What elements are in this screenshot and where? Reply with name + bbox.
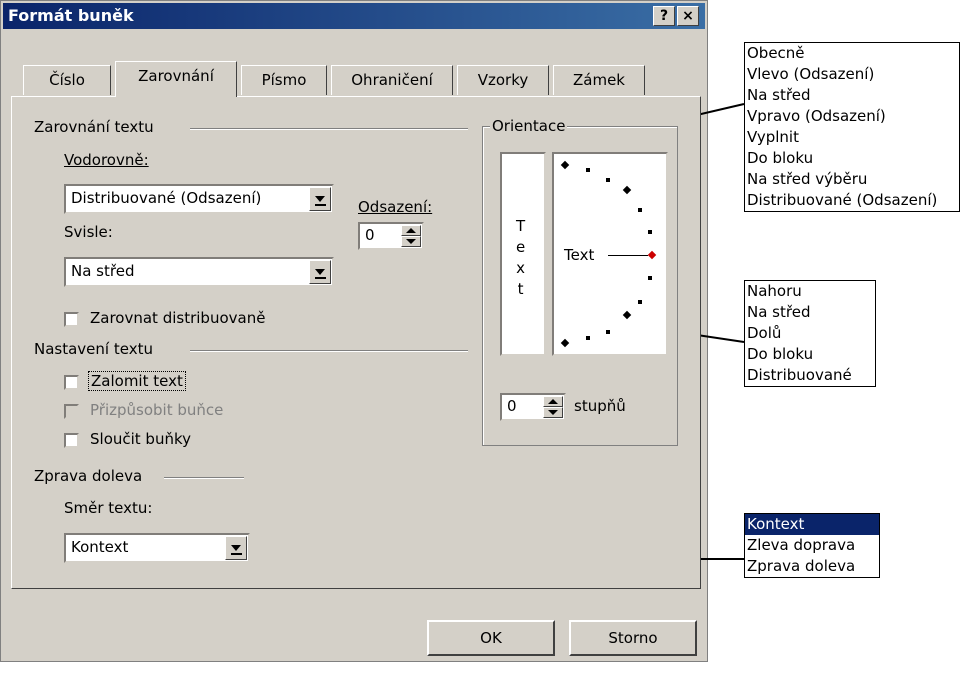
indent-label: Odsazení:: [358, 198, 433, 216]
text-direction-select[interactable]: Kontext: [64, 533, 250, 563]
group-divider: [164, 477, 244, 479]
vertical-text-char: e: [516, 238, 526, 256]
merge-cells-checkbox[interactable]: [64, 433, 79, 448]
dial-marker: [560, 338, 570, 348]
orientation-group-label: Orientace: [490, 117, 568, 135]
indent-stepper[interactable]: 0: [358, 222, 424, 250]
dial-marker: [638, 300, 642, 304]
group-divider: [190, 128, 468, 130]
vertical-select[interactable]: Na střed: [64, 257, 334, 287]
dial-marker: [638, 208, 642, 212]
orientation-dial[interactable]: Text: [552, 152, 668, 356]
dial-marker: [560, 160, 570, 170]
shrink-to-fit-label: Přizpůsobit buňce: [90, 401, 224, 419]
wrap-text-checkbox[interactable]: [64, 375, 79, 390]
vertical-text-char: T: [516, 217, 526, 235]
tab-zarovnani[interactable]: Zarovnání: [115, 61, 237, 97]
tab-label: Zarovnání: [138, 67, 214, 85]
merge-cells-label: Sloučit buňky: [90, 430, 192, 448]
indent-value: 0: [365, 226, 375, 244]
text-alignment-group-label: Zarovnání textu: [34, 118, 154, 136]
rtl-group-label: Zprava doleva: [34, 467, 143, 485]
spin-up-icon[interactable]: [401, 225, 421, 236]
horizontal-value: Distribuované (Odsazení): [71, 189, 262, 207]
group-divider: [190, 350, 468, 352]
dial-marker: [648, 230, 652, 234]
direction-label: Směr textu:: [64, 499, 153, 517]
spin-down-icon[interactable]: [543, 407, 563, 418]
degrees-label: stupňů: [574, 397, 626, 415]
vertical-text-char: t: [517, 280, 524, 298]
dial-text: Text: [564, 246, 595, 264]
horizontal-label: Vodorovně:: [64, 151, 149, 169]
dial-pointer: [608, 255, 648, 256]
dial-marker: [606, 178, 610, 182]
direction-value: Kontext: [71, 538, 129, 556]
format-cells-dialog: Formát buněk ? × Číslo Zarovnání Písmo O…: [0, 0, 708, 662]
horizontal-select[interactable]: Distribuované (Odsazení): [64, 184, 334, 214]
dial-marker: [622, 185, 632, 195]
spin-up-icon[interactable]: [543, 396, 563, 407]
dial-marker: [622, 310, 632, 320]
degrees-value: 0: [507, 397, 517, 415]
text-control-group-label: Nastavení textu: [34, 340, 153, 358]
distribute-checkbox[interactable]: [64, 312, 79, 327]
dial-marker: [586, 168, 590, 172]
spin-down-icon[interactable]: [401, 236, 421, 247]
distribute-label: Zarovnat distribuovaně: [90, 309, 266, 327]
dial-marker: [648, 276, 652, 280]
chevron-down-icon[interactable]: [309, 187, 331, 211]
dial-marker: [586, 336, 590, 340]
dial-handle[interactable]: [647, 250, 657, 260]
chevron-down-icon[interactable]: [309, 260, 331, 284]
vertical-label: Svisle:: [64, 223, 113, 241]
alignment-panel: Zarovnání textu Vodorovně: Distribuované…: [11, 96, 701, 589]
chevron-down-icon[interactable]: [225, 536, 247, 560]
vertical-text-char: x: [516, 259, 526, 277]
shrink-to-fit-checkbox: [64, 404, 79, 419]
degrees-stepper[interactable]: 0: [500, 393, 566, 421]
vertical-text-box[interactable]: T e x t: [500, 152, 546, 356]
vertical-value: Na střed: [71, 262, 135, 280]
wrap-text-label: Zalomit text: [88, 371, 186, 391]
dial-marker: [606, 330, 610, 334]
